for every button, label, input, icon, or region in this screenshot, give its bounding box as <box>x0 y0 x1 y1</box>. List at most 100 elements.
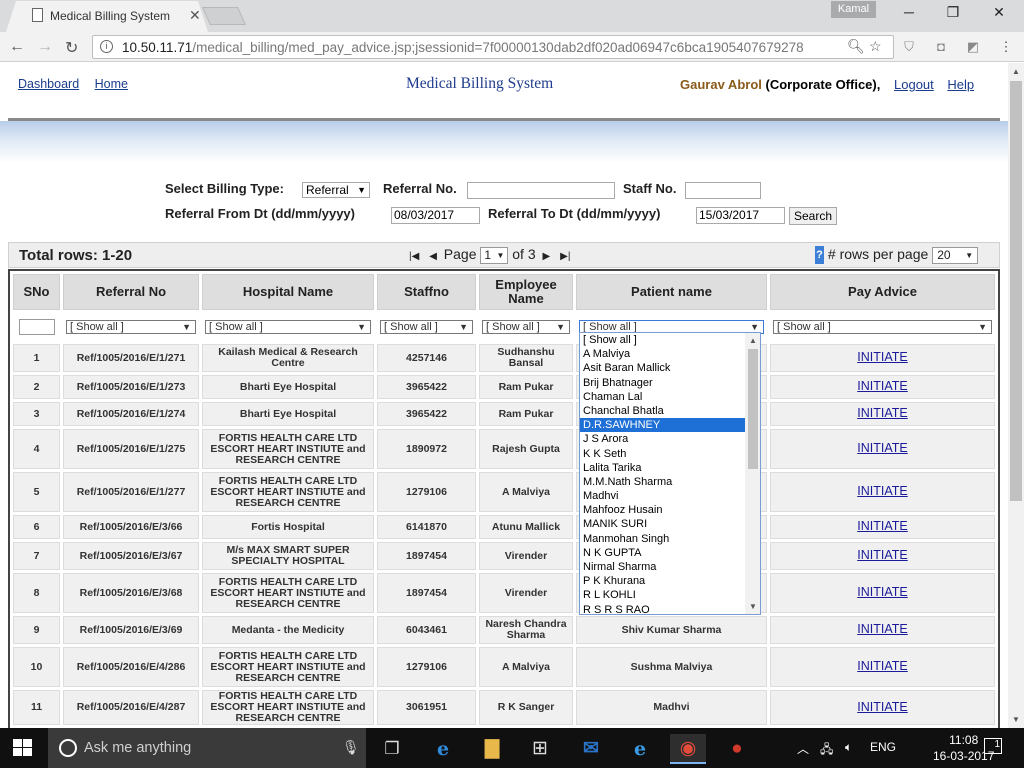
help-icon[interactable]: ? <box>815 246 824 265</box>
network-icon[interactable]: 🖧 <box>820 740 833 761</box>
dropdown-option[interactable]: Madhvi <box>580 489 760 503</box>
first-page-icon[interactable]: |◀ <box>409 251 419 262</box>
hospital-filter-select[interactable]: [ Show all ] ▼ <box>205 320 371 334</box>
app-icon[interactable]: ● <box>719 734 755 764</box>
header-sno[interactable]: SNo <box>13 274 60 310</box>
volume-icon[interactable]: 🔈︎ <box>845 740 852 755</box>
shield-extension-icon[interactable]: ⛉ <box>901 39 917 55</box>
pay-advice-filter-select[interactable]: [ Show all ] ▼ <box>773 320 992 334</box>
initiate-link[interactable]: INITIATE <box>857 379 907 393</box>
maximize-icon[interactable]: ❐ <box>942 4 964 24</box>
dropdown-option[interactable]: M.M.Nath Sharma <box>580 475 760 489</box>
outlook-icon[interactable]: ✉ <box>573 734 609 764</box>
initiate-link[interactable]: INITIATE <box>857 659 907 673</box>
page-scroll-thumb[interactable] <box>1010 81 1022 501</box>
notification-center-icon[interactable]: 1 <box>984 738 1002 754</box>
scroll-up-icon[interactable]: ▲ <box>749 336 757 345</box>
store-icon[interactable]: ⊞ <box>522 734 558 764</box>
profile-badge[interactable]: Kamal <box>831 1 876 18</box>
search-button[interactable]: Search <box>789 207 838 225</box>
menu-kebab-icon[interactable]: ⋮ <box>998 39 1014 55</box>
rows-per-page-select[interactable]: 20 ▼ <box>932 246 979 264</box>
dropdown-scrollbar[interactable]: ▲ ▼ <box>745 333 760 614</box>
dropdown-option[interactable]: Chanchal Bhatla <box>580 404 760 418</box>
dropdown-option[interactable]: MANIK SURI <box>580 517 760 531</box>
back-arrow-icon[interactable]: ← <box>9 38 25 56</box>
sno-filter-input[interactable] <box>18 319 55 335</box>
browser-tab[interactable]: Medical Billing System ✕ <box>6 1 208 32</box>
last-page-icon[interactable]: ▶| <box>560 251 570 262</box>
page-select[interactable]: 1 ▼ <box>480 246 509 264</box>
dropdown-option[interactable]: R L KOHLI <box>580 588 760 602</box>
zoom-icon[interactable]: 🔍︎ <box>847 38 865 55</box>
minimize-icon[interactable]: ─ <box>898 4 920 24</box>
from-date-input[interactable]: 08/03/2017 <box>391 207 480 224</box>
header-referral-no[interactable]: Referral No <box>63 274 199 310</box>
header-hospital-name[interactable]: Hospital Name <box>202 274 374 310</box>
reload-icon[interactable]: ↻ <box>65 38 78 58</box>
dropdown-scroll-thumb[interactable] <box>748 349 758 469</box>
dropdown-option[interactable]: A Malviya <box>580 347 760 361</box>
initiate-link[interactable]: INITIATE <box>857 585 907 599</box>
dropdown-option[interactable]: Brij Bhatnager <box>580 376 760 390</box>
initiate-link[interactable]: INITIATE <box>857 441 907 455</box>
page-scrollbar[interactable]: ▲ ▼ <box>1008 63 1024 728</box>
chrome-icon[interactable]: ◉ <box>670 734 706 764</box>
file-explorer-icon[interactable]: ▇ <box>474 734 510 764</box>
initiate-link[interactable]: INITIATE <box>857 484 907 498</box>
initiate-link[interactable]: INITIATE <box>857 350 907 364</box>
home-link[interactable]: Home <box>95 77 128 91</box>
bookmark-star-icon[interactable]: ☆ <box>869 38 882 55</box>
dropdown-option[interactable]: Manmohan Singh <box>580 532 760 546</box>
initiate-link[interactable]: INITIATE <box>857 548 907 562</box>
dropdown-option[interactable]: Nirmal Sharma <box>580 560 760 574</box>
billing-type-select[interactable]: Referral ▼ <box>302 182 370 198</box>
logout-link[interactable]: Logout <box>894 77 934 92</box>
scroll-up-icon[interactable]: ▲ <box>1012 67 1020 76</box>
prev-page-icon[interactable]: ◀ <box>429 251 437 262</box>
cortana-search-box[interactable]: Ask me anything 🎙︎ <box>48 728 366 768</box>
screenshot-extension-icon[interactable]: ◩ <box>965 39 981 55</box>
scroll-down-icon[interactable]: ▼ <box>1012 715 1020 724</box>
camera-extension-icon[interactable]: ◘ <box>933 39 949 55</box>
dropdown-option[interactable]: Lalita Tarika <box>580 461 760 475</box>
header-staffno[interactable]: Staffno <box>377 274 476 310</box>
address-bar[interactable]: i 10.50.11.71/medical_billing/med_pay_ad… <box>92 35 894 59</box>
header-pay-advice[interactable]: Pay Advice <box>770 274 995 310</box>
initiate-link[interactable]: INITIATE <box>857 519 907 533</box>
initiate-link[interactable]: INITIATE <box>857 622 907 636</box>
staff-no-input[interactable] <box>685 182 761 199</box>
internet-explorer-icon[interactable]: e <box>622 734 658 764</box>
dropdown-option[interactable]: R S R S RAO <box>580 603 760 614</box>
help-link[interactable]: Help <box>947 77 974 92</box>
close-window-icon[interactable]: ✕ <box>988 4 1010 24</box>
language-indicator[interactable]: ENG <box>870 740 896 754</box>
next-page-icon[interactable]: ▶ <box>543 251 551 262</box>
close-tab-icon[interactable]: ✕ <box>189 7 201 24</box>
initiate-link[interactable]: INITIATE <box>857 700 907 714</box>
dropdown-option[interactable]: Chaman Lal <box>580 390 760 404</box>
dropdown-option[interactable]: D.R.SAWHNEY <box>580 418 760 433</box>
show-hidden-icons-icon[interactable]: ︿ <box>797 740 809 757</box>
patient-name-dropdown[interactable]: [ Show all ] A Malviya Asit Baran Mallick B… <box>579 332 761 615</box>
dropdown-option[interactable]: N K GUPTA <box>580 546 760 560</box>
task-view-icon[interactable]: ❐ <box>374 734 410 764</box>
dropdown-option[interactable]: Mahfooz Husain <box>580 503 760 517</box>
staffno-filter-select[interactable]: [ Show all ] ▼ <box>380 320 473 334</box>
dashboard-link[interactable]: Dashboard <box>18 77 79 91</box>
header-patient-name[interactable]: Patient name <box>576 274 767 310</box>
info-icon[interactable]: i <box>100 40 113 53</box>
referral-no-input[interactable] <box>467 182 615 199</box>
referral-no-filter-select[interactable]: [ Show all ] ▼ <box>66 320 196 334</box>
dropdown-option[interactable]: P K Khurana <box>580 574 760 588</box>
edge-browser-icon[interactable]: e <box>425 734 461 764</box>
header-employee-name[interactable]: Employee Name <box>479 274 573 310</box>
employee-filter-select[interactable]: [ Show all ] ▼ <box>482 320 570 334</box>
dropdown-option[interactable]: [ Show all ] <box>580 333 760 347</box>
windows-start-icon[interactable] <box>13 739 33 757</box>
dropdown-option[interactable]: J S Arora <box>580 432 760 446</box>
scroll-down-icon[interactable]: ▼ <box>749 602 757 611</box>
microphone-icon[interactable]: 🎙︎ <box>342 739 360 756</box>
new-tab-button[interactable] <box>201 7 247 25</box>
to-date-input[interactable]: 15/03/2017 <box>696 207 785 224</box>
